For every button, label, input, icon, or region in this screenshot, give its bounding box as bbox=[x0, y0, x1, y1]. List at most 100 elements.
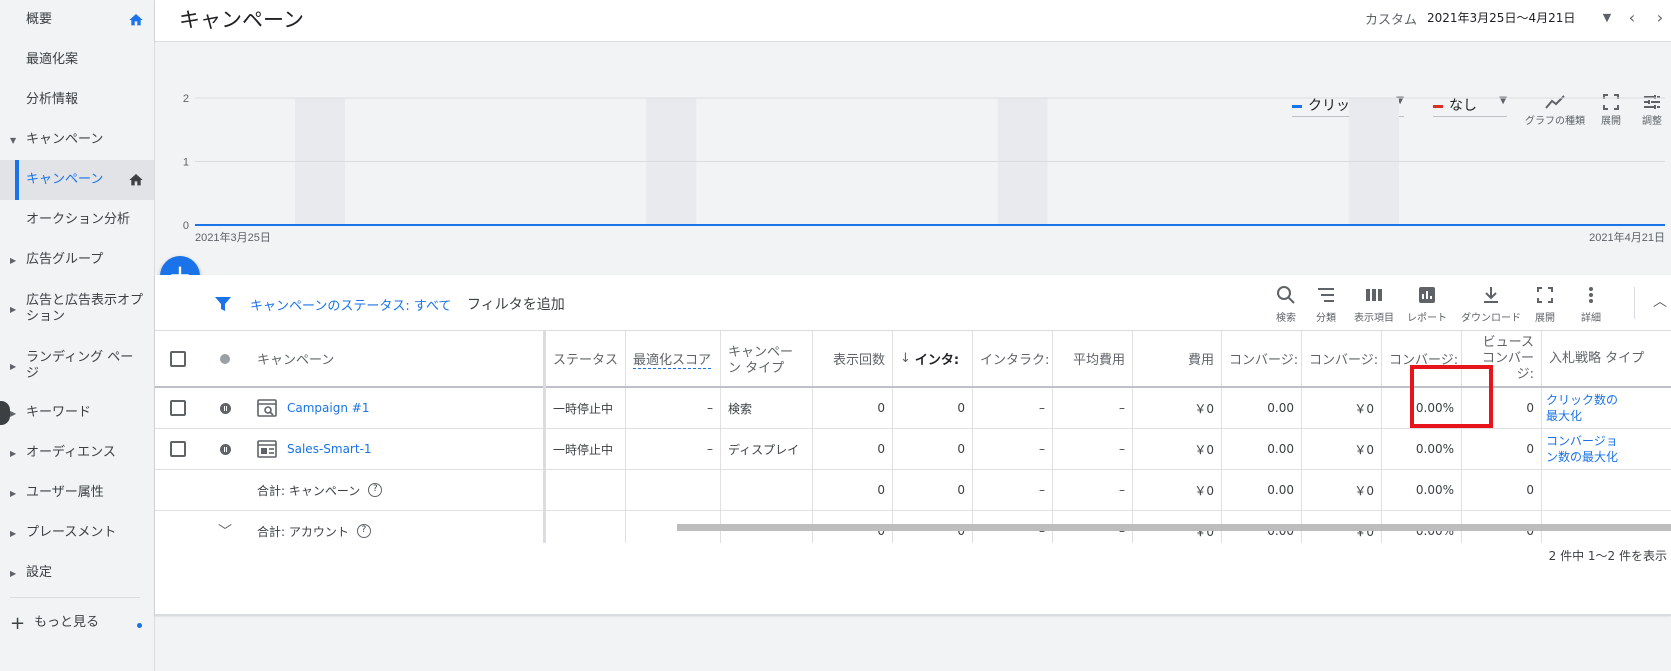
caret-right-icon: ▶ bbox=[10, 361, 17, 371]
sidebar-more-button[interactable]: + もっと見る bbox=[0, 603, 154, 643]
row-status-cell bbox=[200, 429, 250, 469]
sidebar-item-auction-insights[interactable]: オークション分析 bbox=[0, 200, 154, 240]
help-icon[interactable]: ? bbox=[356, 524, 371, 538]
sidebar-item-ad-groups[interactable]: ▶ 広告グループ bbox=[0, 240, 154, 280]
table-tool-label: 展開 bbox=[1535, 313, 1555, 324]
table-tool-label: 検索 bbox=[1276, 313, 1296, 324]
sidebar-item-audiences[interactable]: ▶ オーディエンス bbox=[0, 433, 154, 473]
caret-right-icon: ▶ bbox=[10, 568, 17, 578]
avg-cost-cell: – bbox=[1053, 388, 1133, 428]
empty-cell bbox=[721, 470, 813, 510]
avg-cost-cell: – bbox=[1053, 429, 1133, 469]
chevron-right-icon[interactable]: › bbox=[1649, 7, 1671, 29]
table-tool-label: 分類 bbox=[1316, 313, 1336, 324]
table-tool-label: レポート bbox=[1407, 313, 1447, 324]
home-icon bbox=[129, 14, 143, 26]
total-label-cell: 合計: キャンペーン ? bbox=[250, 470, 543, 510]
sidebar-item-campaigns[interactable]: キャンペーン bbox=[0, 160, 154, 200]
sidebar-item-placements[interactable]: ▶ プレースメント bbox=[0, 513, 154, 553]
sidebar-divider bbox=[10, 597, 140, 598]
sidebar-item-label: ユーザー属性 bbox=[26, 485, 104, 500]
col-interaction-rate[interactable]: インタラク: bbox=[973, 331, 1053, 386]
filter-icon[interactable] bbox=[214, 295, 232, 313]
status-cell[interactable]: 一時停止中 bbox=[546, 388, 626, 428]
sidebar-item-label: 広告グループ bbox=[26, 252, 104, 267]
display-campaign-icon bbox=[257, 440, 277, 458]
filter-chip-status[interactable]: キャンペーンのステータス: すべて bbox=[250, 295, 451, 314]
chart-plot: 2 1 0 2021年3月25日 2021年4月21日 bbox=[183, 93, 1665, 244]
bid-strategy-link[interactable]: クリック数の最大化 bbox=[1542, 388, 1622, 428]
campaign-link[interactable]: Sales-Smart-1 bbox=[287, 442, 372, 456]
add-filter-button[interactable]: フィルタを追加 bbox=[467, 294, 565, 314]
status-cell[interactable]: 一時停止中 bbox=[546, 429, 626, 469]
conv-rate-cell: 0.00% bbox=[1382, 470, 1462, 510]
table-report-button[interactable]: レポート bbox=[1395, 285, 1459, 324]
table-row: Sales-Smart-1 一時停止中 – ディスプレイ 0 0 – – ￥0 … bbox=[155, 429, 1671, 470]
date-range-picker[interactable]: 2021年3月25日～4月21日 bbox=[1427, 9, 1575, 26]
col-cost-per-conv[interactable]: コンバージ: bbox=[1302, 331, 1382, 386]
empty-cell bbox=[626, 470, 721, 510]
row-checkbox[interactable] bbox=[169, 400, 186, 416]
paused-icon[interactable] bbox=[219, 402, 231, 414]
select-all-checkbox[interactable] bbox=[169, 350, 186, 367]
col-opt-score-label: 最適化スコア bbox=[633, 349, 712, 369]
col-impressions[interactable]: 表示回数 bbox=[813, 331, 893, 386]
row-checkbox[interactable] bbox=[169, 441, 186, 457]
sidebar-item-ads-extensions[interactable]: ▶ 広告と広告表示オプション bbox=[0, 286, 154, 332]
sidebar-more-label: もっと見る bbox=[34, 615, 100, 630]
help-icon[interactable]: ? bbox=[368, 483, 383, 497]
sidebar-item-settings[interactable]: ▶ 設定 bbox=[0, 553, 154, 593]
sidebar-item-label: 分析情報 bbox=[26, 92, 79, 107]
caret-right-icon: ▶ bbox=[10, 304, 17, 314]
date-dropdown-icon[interactable]: ▼ bbox=[1596, 7, 1618, 29]
status-dot-cell bbox=[200, 331, 250, 386]
sidebar-group-campaigns[interactable]: ▼ キャンペーン bbox=[0, 120, 154, 160]
sidebar-item-insights[interactable]: 分析情報 bbox=[0, 80, 154, 120]
sidebar-item-keywords[interactable]: ▶ キーワード bbox=[0, 393, 154, 433]
col-opt-score[interactable]: 最適化スコア bbox=[626, 331, 721, 386]
cost-per-conv-cell: ￥0 bbox=[1302, 388, 1382, 428]
sidebar-item-label: オーディエンス bbox=[26, 445, 116, 460]
col-avg-cost[interactable]: 平均費用 bbox=[1053, 331, 1133, 386]
paused-icon[interactable] bbox=[219, 443, 231, 455]
col-conversions[interactable]: コンバージ: bbox=[1222, 331, 1302, 386]
empty-cell bbox=[546, 511, 626, 543]
bid-strategy-link[interactable]: コンバージョン数の最大化 bbox=[1542, 429, 1622, 469]
caret-right-icon: ▶ bbox=[10, 528, 17, 538]
col-campaign[interactable]: キャンペーン bbox=[250, 331, 543, 386]
date-preset-label: カスタム bbox=[1365, 13, 1418, 28]
chevron-down-icon[interactable]: ﹀ bbox=[218, 521, 232, 541]
filter-bar: キャンペーンのステータス: すべて フィルタを追加 検索 分類 表示項目 レポー… bbox=[155, 275, 1671, 331]
col-bid-strategy[interactable]: 入札戦略 タイプ bbox=[1542, 331, 1671, 386]
card-bottom-divider bbox=[155, 614, 1671, 616]
campaign-link[interactable]: Campaign #1 bbox=[287, 401, 369, 415]
campaign-table-card: キャンペーンのステータス: すべて フィルタを追加 検索 分類 表示項目 レポー… bbox=[155, 275, 1671, 615]
columns-icon bbox=[1366, 289, 1382, 301]
sidebar-item-recommendations[interactable]: 最適化案 bbox=[0, 40, 154, 80]
horizontal-scrollbar[interactable] bbox=[677, 524, 1671, 531]
col-status[interactable]: ステータス bbox=[546, 331, 626, 386]
table-more-button[interactable]: 詳細 bbox=[1559, 285, 1623, 324]
interactions-cell: 0 bbox=[893, 470, 973, 510]
y-tick-label: 1 bbox=[183, 157, 189, 169]
campaign-type-cell: ディスプレイ bbox=[721, 429, 813, 469]
fullscreen-icon bbox=[1537, 287, 1553, 303]
chevron-up-icon[interactable]: ︿ bbox=[1653, 291, 1667, 311]
col-campaign-type[interactable]: キャンペーン タイプ bbox=[721, 331, 813, 386]
caret-right-icon: ▶ bbox=[10, 448, 17, 458]
col-cost[interactable]: 費用 bbox=[1133, 331, 1222, 386]
chevron-left-icon[interactable]: ‹ bbox=[1621, 7, 1643, 29]
sidebar: 概要 最適化案 分析情報 ▼ キャンペーン キャンペーン オークション分析 ▶ … bbox=[0, 0, 155, 671]
caret-right-icon: ▶ bbox=[10, 255, 17, 265]
frozen-column-divider bbox=[543, 331, 546, 543]
sidebar-item-overview[interactable]: 概要 bbox=[0, 0, 154, 40]
conversions-cell: 0.00 bbox=[1222, 470, 1302, 510]
x-start-label: 2021年3月25日 bbox=[195, 230, 271, 244]
caret-right-icon: ▶ bbox=[10, 408, 17, 418]
status-filter-dot[interactable] bbox=[220, 353, 230, 364]
sidebar-item-landing-pages[interactable]: ▶ ランディング ページ bbox=[0, 343, 154, 389]
col-interactions-label: インタ: bbox=[914, 353, 960, 368]
col-interactions[interactable]: ↓ インタ: bbox=[893, 331, 973, 386]
sidebar-item-demographics[interactable]: ▶ ユーザー属性 bbox=[0, 473, 154, 513]
table-tool-label: 詳細 bbox=[1581, 313, 1601, 324]
